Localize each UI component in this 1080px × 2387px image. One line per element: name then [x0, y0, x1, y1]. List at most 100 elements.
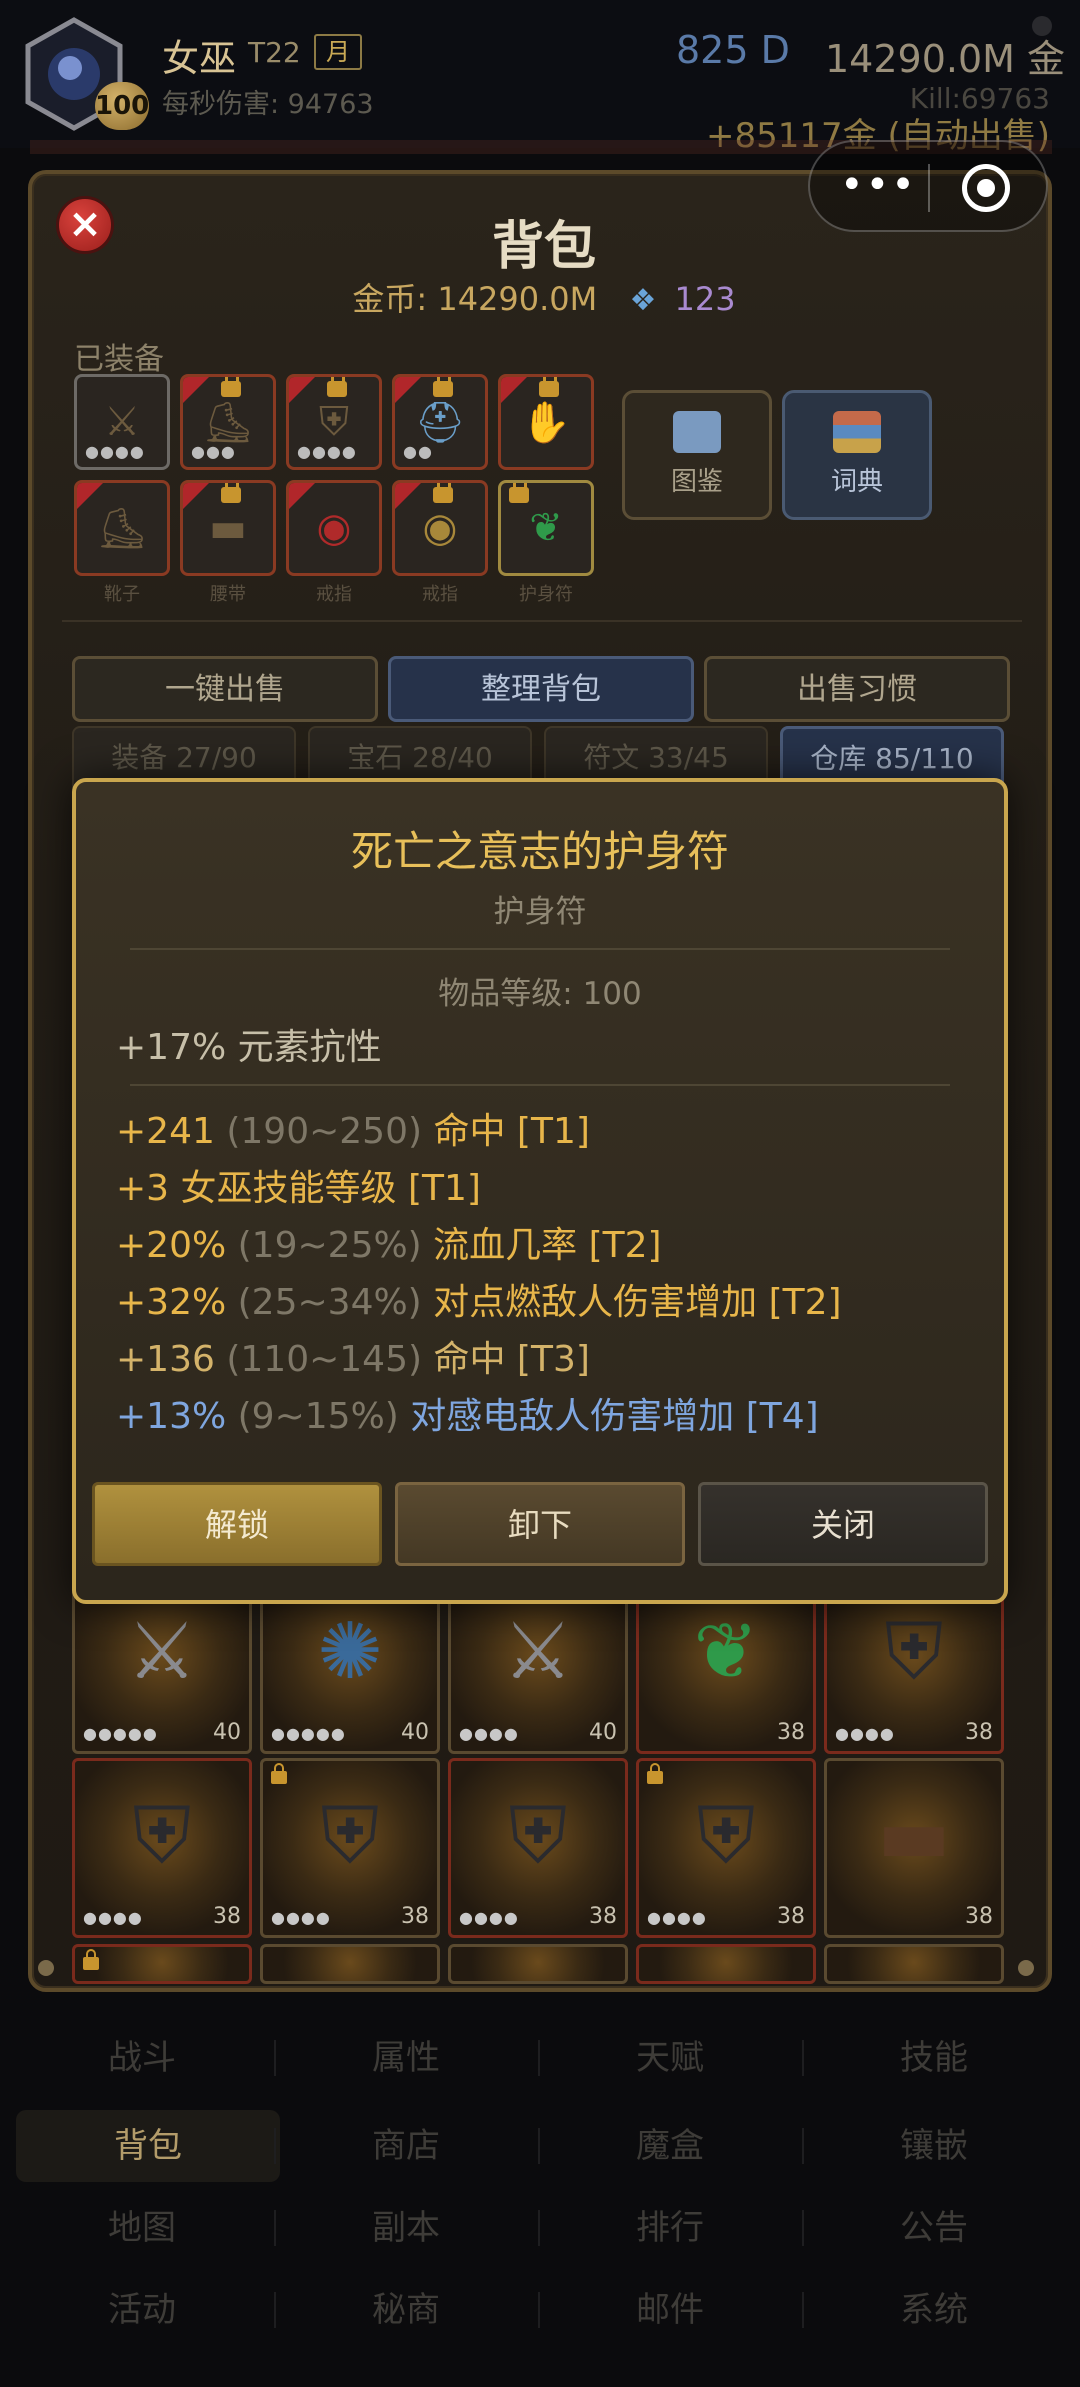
- nav-divider: [802, 2128, 804, 2164]
- nav-shop[interactable]: 商店: [274, 2110, 538, 2182]
- record-icon[interactable]: [962, 164, 1010, 212]
- equipped-ring2-slot[interactable]: ◉: [392, 480, 488, 576]
- close-tooltip-button[interactable]: 关闭: [698, 1482, 988, 1566]
- inventory-item[interactable]: [636, 1944, 816, 1984]
- item-level: 38: [965, 1904, 993, 1929]
- item-level: 38: [213, 1904, 241, 1929]
- equipped-boots2-slot[interactable]: ⛸: [74, 480, 170, 576]
- nav-system[interactable]: 系统: [802, 2274, 1066, 2346]
- affix-value: +3: [116, 1168, 170, 1209]
- affix-range: (25~34%): [237, 1282, 422, 1323]
- socket-dots: ●●●●: [83, 1908, 143, 1927]
- sell-all-button[interactable]: 一键出售: [72, 656, 378, 722]
- unlock-button[interactable]: 解锁: [92, 1482, 382, 1566]
- dictionary-label: 词典: [830, 467, 883, 497]
- inventory-item[interactable]: ⛨ ●●●● 38: [448, 1758, 628, 1938]
- slot-label: 护身符: [519, 584, 573, 605]
- equipped-belt-slot[interactable]: ▬: [180, 480, 276, 576]
- nav-attributes[interactable]: 属性: [274, 2022, 538, 2094]
- item-level: 物品等级: 100: [438, 976, 642, 1012]
- monthly-card-badge: 月: [314, 34, 362, 70]
- nav-ranking[interactable]: 排行: [538, 2192, 802, 2264]
- affix-line: +136 (110~145) 命中 [T3]: [116, 1330, 590, 1382]
- lock-icon: [539, 377, 559, 397]
- equipped-helmet-slot[interactable]: ⛑ ●●: [392, 374, 488, 470]
- affix-line: +241 (190~250) 命中 [T1]: [116, 1102, 590, 1154]
- nav-divider: [274, 2292, 276, 2328]
- status-dot-icon: [1032, 16, 1052, 36]
- tier-label: T22: [248, 36, 301, 69]
- nav-mail[interactable]: 邮件: [538, 2274, 802, 2346]
- nav-map[interactable]: 地图: [10, 2192, 274, 2264]
- equipped-armor-slot[interactable]: ⛨ ●●●●: [286, 374, 382, 470]
- inventory-item[interactable]: [72, 1944, 252, 1984]
- lock-icon: [83, 1949, 99, 1970]
- lock-icon: [647, 1763, 663, 1784]
- inventory-item[interactable]: ⛨ ●●●● 38: [72, 1758, 252, 1938]
- books-stack-icon: [833, 411, 881, 453]
- nav-secret-merchant[interactable]: 秘商: [274, 2274, 538, 2346]
- nav-inlay[interactable]: 镶嵌: [802, 2110, 1066, 2182]
- sword-icon: ⚔: [503, 1607, 573, 1697]
- item-level: 38: [965, 1720, 993, 1745]
- equipped-gloves-slot[interactable]: ✋: [498, 374, 594, 470]
- ring-icon: ◉: [422, 505, 458, 551]
- inventory-item[interactable]: [260, 1944, 440, 1984]
- nav-divider: [802, 2292, 804, 2328]
- nav-divider: [538, 2292, 540, 2328]
- socket-dots: ●●●●●: [83, 1724, 158, 1743]
- nav-events[interactable]: 活动: [10, 2274, 274, 2346]
- sell-habit-button[interactable]: 出售习惯: [704, 656, 1010, 722]
- gloves-icon: ✋: [521, 400, 571, 446]
- equipped-boots-slot[interactable]: ⛸ ●●●: [180, 374, 276, 470]
- inventory-item[interactable]: [448, 1944, 628, 1984]
- dictionary-button[interactable]: 词典: [782, 390, 932, 520]
- lock-icon: [221, 483, 241, 503]
- affix-line: +13% (9~15%) 对感电敌人伤害增加 [T4]: [116, 1387, 819, 1439]
- item-level: 40: [213, 1720, 241, 1745]
- sort-bag-button[interactable]: 整理背包: [388, 656, 694, 722]
- character-class-name: 女巫: [162, 37, 236, 80]
- armor-icon: ⛨: [320, 1791, 380, 1881]
- codex-button[interactable]: 图鉴: [622, 390, 772, 520]
- socket-dots: ●●: [403, 442, 433, 461]
- socket-dots: ●●●●: [459, 1724, 519, 1743]
- inventory-item[interactable]: ▬ 38: [824, 1758, 1004, 1938]
- nav-talents[interactable]: 天赋: [538, 2022, 802, 2094]
- more-options-icon[interactable]: •••: [840, 165, 915, 206]
- affix-stat: 女巫技能等级 [T1]: [180, 1168, 481, 1209]
- nav-skills[interactable]: 技能: [802, 2022, 1066, 2094]
- armor-icon: ⛨: [884, 1607, 944, 1697]
- codex-label: 图鉴: [670, 467, 723, 497]
- item-level: 40: [589, 1720, 617, 1745]
- frame-stud-icon: [1018, 1960, 1034, 1976]
- lock-icon: [433, 377, 453, 397]
- socket-dots: ●●●●: [647, 1908, 707, 1927]
- boots-icon: ⛸: [96, 506, 148, 552]
- equipped-amulet-slot[interactable]: ❦: [498, 480, 594, 576]
- inventory-item[interactable]: ⛨ ●●●● 38: [636, 1758, 816, 1938]
- item-type: 护身符: [493, 894, 587, 930]
- unequip-button[interactable]: 卸下: [395, 1482, 685, 1566]
- inventory-item[interactable]: [824, 1944, 1004, 1984]
- item-level: 38: [777, 1904, 805, 1929]
- affix-range: (9~15%): [237, 1396, 399, 1437]
- nav-dungeon[interactable]: 副本: [274, 2192, 538, 2264]
- nav-backpack[interactable]: 背包: [16, 2110, 280, 2182]
- lock-icon: [221, 377, 241, 397]
- inventory-item[interactable]: ⛨ ●●●● 38: [260, 1758, 440, 1938]
- slot-label: 腰带: [210, 584, 246, 605]
- socket-dots: ●●●●: [459, 1908, 519, 1927]
- nav-magic-box[interactable]: 魔盒: [538, 2110, 802, 2182]
- item-level: 38: [589, 1904, 617, 1929]
- equipped-weapon-slot[interactable]: ⚔ ●●●●: [74, 374, 170, 470]
- nav-divider: [274, 2128, 276, 2164]
- nav-announcement[interactable]: 公告: [802, 2192, 1066, 2264]
- nav-battle[interactable]: 战斗: [10, 2022, 274, 2094]
- equipped-ring1-slot[interactable]: ◉: [286, 480, 382, 576]
- slot-label: 戒指: [316, 584, 352, 605]
- socket-dots: ●●●●: [297, 442, 357, 461]
- affix-stat: 流血几率 [T2]: [433, 1225, 662, 1266]
- socket-dots: ●●●●: [271, 1908, 331, 1927]
- top-bar: 100 女巫 T22 月 每秒伤害: 94763 825 D 14290.0M …: [0, 0, 1080, 156]
